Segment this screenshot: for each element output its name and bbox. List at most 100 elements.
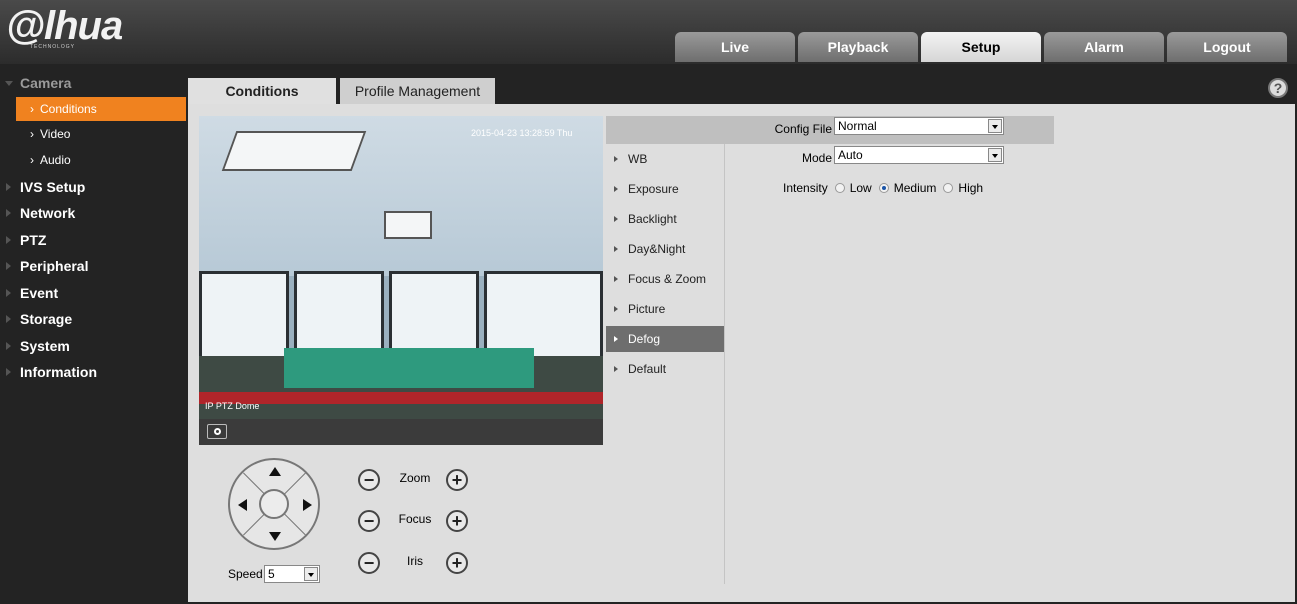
chevron-right-icon: ›	[30, 126, 34, 141]
chevron-down-icon	[988, 148, 1002, 162]
focus-far-button[interactable]: +	[446, 510, 468, 532]
nav-alarm-button[interactable]: Alarm	[1044, 32, 1164, 62]
dpad-center-button[interactable]	[259, 489, 289, 519]
camera-icon[interactable]	[207, 424, 227, 439]
collapsed-triangle-icon	[6, 182, 11, 191]
camera-lens-icon	[213, 428, 221, 435]
nav-setup-button[interactable]: Setup	[921, 32, 1041, 62]
nav-live-button[interactable]: Live	[675, 32, 795, 62]
menu-item-label: Day&Night	[628, 242, 686, 256]
iris-label: Iris	[407, 554, 423, 568]
tab-bar: Conditions Profile Management	[188, 78, 495, 104]
arrow-up-icon[interactable]	[269, 467, 281, 476]
menu-item-label: Exposure	[628, 182, 679, 196]
speed-label: Speed	[228, 567, 263, 581]
sidebar-item-label: Storage	[20, 311, 73, 328]
menu-divider	[724, 144, 725, 584]
video-scene	[199, 392, 603, 404]
iris-open-button[interactable]: +	[446, 552, 468, 574]
chevron-down-icon	[988, 119, 1002, 133]
nav-logout-button[interactable]: Logout	[1167, 32, 1287, 62]
video-osd-timestamp: 2015-04-23 13:28:59 Thu	[471, 128, 573, 138]
conditions-panel: 2015-04-23 13:28:59 Thu IP PTZ Dome − Zo…	[188, 104, 1295, 602]
menu-item-focus-zoom[interactable]: Focus & Zoom	[606, 266, 724, 292]
zoom-out-button[interactable]: −	[358, 469, 380, 491]
focus-label: Focus	[398, 512, 432, 526]
collapsed-triangle-icon	[6, 368, 11, 376]
sidebar-item-label: System	[20, 337, 70, 354]
menu-item-label: Picture	[628, 302, 666, 316]
sidebar-item-peripheral[interactable]: Peripheral	[0, 253, 186, 280]
chevron-right-icon: ›	[30, 153, 34, 168]
video-preview: 2015-04-23 13:28:59 Thu IP PTZ Dome	[199, 116, 603, 419]
menu-item-picture[interactable]: Picture	[606, 296, 724, 322]
menu-item-exposure[interactable]: Exposure	[606, 176, 724, 202]
sidebar-subitem-label: Video	[40, 126, 71, 141]
mode-select[interactable]: Auto	[834, 146, 1004, 164]
sidebar-item-storage[interactable]: Storage	[0, 306, 186, 333]
speed-select-value: 5	[268, 567, 275, 581]
sidebar-subitem-conditions[interactable]: › Conditions	[16, 96, 186, 121]
triangle-right-icon	[614, 366, 618, 372]
header: @lhua TECHNOLOGY Live Playback Setup Ala…	[0, 0, 1297, 64]
config-file-label: Config File	[774, 122, 832, 136]
menu-item-label: Focus & Zoom	[628, 272, 707, 286]
help-icon[interactable]: ?	[1268, 78, 1288, 98]
sidebar-item-label: PTZ	[20, 231, 47, 248]
speed-select[interactable]: 5	[264, 565, 320, 583]
sidebar-item-camera[interactable]: Camera	[0, 70, 186, 97]
intensity-label: Intensity	[783, 181, 828, 195]
app-window: @lhua TECHNOLOGY Live Playback Setup Ala…	[0, 0, 1297, 604]
ptz-direction-pad	[228, 458, 320, 550]
intensity-high-radio[interactable]	[943, 183, 954, 193]
sidebar-item-label: Camera	[20, 75, 72, 92]
video-toolbar	[199, 419, 603, 445]
sidebar-subitem-audio[interactable]: › Audio	[0, 147, 186, 174]
zoom-label: Zoom	[399, 471, 431, 485]
arrow-down-icon[interactable]	[269, 532, 281, 541]
collapsed-triangle-icon	[6, 315, 11, 323]
iris-control: − Iris +	[358, 551, 478, 575]
tab-conditions[interactable]: Conditions	[188, 78, 336, 104]
collapsed-triangle-icon	[6, 262, 11, 270]
sidebar-item-event[interactable]: Event	[0, 280, 186, 307]
iris-close-button[interactable]: −	[358, 552, 380, 574]
mode-label: Mode	[801, 151, 832, 165]
collapsed-triangle-icon	[6, 235, 11, 244]
menu-item-label: Defog	[628, 332, 661, 346]
zoom-in-button[interactable]: +	[446, 469, 468, 491]
menu-item-default[interactable]: Default	[606, 356, 724, 382]
top-nav: Live Playback Setup Alarm Logout	[675, 32, 1287, 62]
collapsed-triangle-icon	[6, 341, 11, 350]
intensity-low-radio[interactable]	[834, 183, 845, 193]
sidebar-item-label: Peripheral	[20, 258, 89, 275]
triangle-right-icon	[614, 306, 618, 312]
sidebar-item-ptz[interactable]: PTZ	[0, 227, 186, 254]
sidebar-item-network[interactable]: Network	[0, 200, 186, 227]
sidebar-item-information[interactable]: Information	[0, 359, 186, 386]
sidebar-item-ivs-setup[interactable]: IVS Setup	[0, 174, 186, 201]
intensity-low-label: Low	[849, 181, 872, 195]
video-scene	[284, 348, 534, 388]
collapsed-triangle-icon	[6, 288, 11, 297]
focus-near-button[interactable]: −	[358, 510, 380, 532]
intensity-medium-radio[interactable]	[878, 183, 889, 193]
menu-item-wb[interactable]: WB	[606, 146, 724, 172]
arrow-left-icon[interactable]	[238, 499, 247, 511]
zoom-control: − Zoom +	[358, 468, 478, 492]
config-file-select[interactable]: Normal	[834, 117, 1004, 135]
arrow-right-icon[interactable]	[303, 499, 312, 511]
sidebar-item-label: Event	[20, 284, 59, 301]
expanded-triangle-icon	[5, 81, 13, 86]
menu-item-defog[interactable]: Defog	[606, 326, 724, 352]
triangle-right-icon	[614, 156, 618, 162]
menu-item-backlight[interactable]: Backlight	[606, 206, 724, 232]
tab-profile-management[interactable]: Profile Management	[340, 78, 495, 104]
sidebar-subitem-video[interactable]: › Video	[0, 121, 186, 148]
menu-item-day-night[interactable]: Day&Night	[606, 236, 724, 262]
dahua-logo: @lhua TECHNOLOGY	[6, 6, 156, 56]
chevron-down-icon	[304, 567, 318, 581]
video-scene	[384, 211, 432, 239]
sidebar-item-system[interactable]: System	[0, 333, 186, 360]
nav-playback-button[interactable]: Playback	[798, 32, 918, 62]
